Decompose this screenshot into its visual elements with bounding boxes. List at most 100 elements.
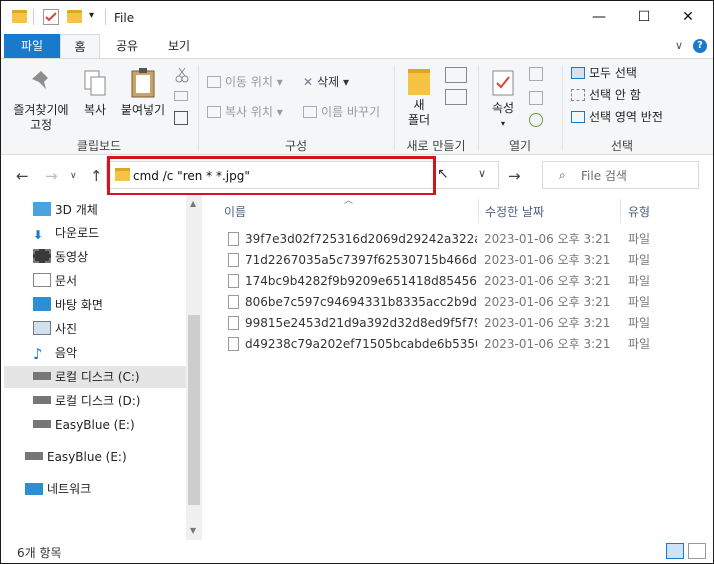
column-header-type[interactable]: 유형 bbox=[628, 201, 650, 223]
history-icon[interactable] bbox=[529, 113, 543, 127]
table-row[interactable]: 174bc9b4282f9b9209e651418d85456... 2023-… bbox=[202, 271, 713, 292]
up-arrow-icon[interactable]: ↑ bbox=[90, 167, 103, 185]
desktop-icon bbox=[33, 297, 51, 311]
table-row[interactable]: 39f7e3d02f725316d2069d29242a322a... 2023… bbox=[202, 229, 713, 250]
search-input[interactable] bbox=[581, 167, 691, 185]
tab-view[interactable]: 보기 bbox=[157, 34, 201, 58]
delete-icon: ✕ bbox=[303, 75, 314, 89]
column-header-name[interactable]: 이름 bbox=[224, 201, 246, 223]
table-row[interactable]: 99815e2453d21d9a392d32d8ed9f5f79... 2023… bbox=[202, 313, 713, 334]
nav-item-pictures[interactable]: 사진 bbox=[33, 318, 185, 340]
invert-selection-icon bbox=[571, 111, 585, 123]
new-folder-button[interactable]: 새 폴더 bbox=[399, 69, 439, 128]
copy-icon bbox=[84, 70, 106, 96]
recent-locations-icon[interactable]: ∨ bbox=[70, 171, 77, 181]
drive-icon bbox=[33, 420, 51, 428]
select-all-button[interactable]: 모두 선택 bbox=[571, 64, 637, 82]
close-button[interactable]: ✕ bbox=[665, 1, 711, 34]
edit-icon[interactable] bbox=[529, 91, 543, 105]
file-icon bbox=[228, 295, 239, 309]
scrollbar-thumb[interactable] bbox=[188, 315, 200, 505]
drive-icon bbox=[25, 452, 43, 460]
large-icons-view-icon[interactable] bbox=[688, 543, 706, 559]
nav-item-downloads[interactable]: ⬇ 다운로드 bbox=[33, 222, 185, 244]
easy-access-icon[interactable] bbox=[445, 89, 467, 105]
tab-file[interactable]: 파일 bbox=[4, 34, 60, 58]
file-list: ︿ 이름 수정한 날짜 유형 39f7e3d02f725316d2069d292… bbox=[202, 195, 713, 540]
customize-quick-access-icon[interactable]: ▾ bbox=[89, 10, 94, 21]
search-box: ⌕ bbox=[542, 161, 699, 189]
new-folder-label: 새 폴더 bbox=[407, 98, 431, 127]
open-icon[interactable] bbox=[529, 67, 543, 81]
delete-button[interactable]: ✕ 삭제 ▾ bbox=[303, 73, 349, 91]
forward-arrow-icon[interactable]: → bbox=[45, 167, 58, 185]
nav-item-music[interactable]: ♪ 음악 bbox=[33, 342, 185, 364]
new-item-icon[interactable] bbox=[445, 67, 467, 83]
scroll-down-icon[interactable]: ▼ bbox=[190, 526, 196, 535]
group-label-open: 열기 bbox=[508, 139, 532, 153]
nav-item-easyblue-e[interactable]: EasyBlue (E:) bbox=[33, 414, 185, 436]
copy-button[interactable]: 복사 bbox=[77, 69, 113, 118]
move-to-label: 이동 위치 bbox=[225, 75, 273, 89]
properties-button[interactable]: 속성 ▾ bbox=[483, 69, 523, 131]
nav-item-network[interactable]: 네트워크 bbox=[25, 478, 177, 500]
column-header-date[interactable]: 수정한 날짜 bbox=[485, 201, 544, 223]
status-bar: 6개 항목 bbox=[1, 540, 713, 563]
rename-button[interactable]: 이름 바꾸기 bbox=[303, 103, 380, 121]
ribbon-expand-icon[interactable]: ∨ bbox=[675, 39, 683, 52]
video-icon bbox=[33, 249, 51, 263]
document-icon bbox=[33, 273, 51, 287]
nav-item-documents[interactable]: 문서 bbox=[33, 270, 185, 292]
file-name: 174bc9b4282f9b9209e651418d85456... bbox=[245, 274, 477, 288]
move-to-button[interactable]: 이동 위치 ▾ bbox=[207, 73, 283, 91]
file-date: 2023-01-06 오후 3:21 bbox=[484, 316, 611, 330]
go-arrow-icon[interactable]: → bbox=[508, 167, 521, 185]
drive-icon bbox=[33, 372, 51, 380]
nav-item-label: 다운로드 bbox=[55, 226, 100, 240]
select-none-button[interactable]: 선택 안 함 bbox=[571, 86, 641, 104]
table-row[interactable]: 71d2267035a5c7397f62530715b466d... 2023-… bbox=[202, 250, 713, 271]
pin-to-quick-access-button[interactable]: 즐겨찾기에 고정 bbox=[5, 69, 77, 133]
item-count: 6개 항목 bbox=[17, 546, 62, 560]
nav-item-local-disk-d[interactable]: 로컬 디스크 (D:) bbox=[33, 390, 185, 412]
nav-item-3d-objects[interactable]: 3D 개체 bbox=[33, 199, 185, 221]
music-icon: ♪ bbox=[33, 345, 43, 363]
table-row[interactable]: 806be7c597c94694331b8335acc2b9de... 2023… bbox=[202, 292, 713, 313]
file-name: 39f7e3d02f725316d2069d29242a322a... bbox=[245, 232, 477, 246]
nav-item-local-disk-c[interactable]: 로컬 디스크 (C:) bbox=[4, 366, 186, 388]
invert-selection-button[interactable]: 선택 영역 반전 bbox=[571, 108, 663, 126]
file-name: 806be7c597c94694331b8335acc2b9de... bbox=[245, 295, 477, 309]
maximize-button[interactable]: ☐ bbox=[621, 1, 667, 34]
properties-quick-icon[interactable] bbox=[43, 9, 59, 25]
copy-to-button[interactable]: 복사 위치 ▾ bbox=[207, 103, 283, 121]
nav-item-label: EasyBlue (E:) bbox=[47, 450, 127, 464]
nav-item-label: 음악 bbox=[55, 346, 78, 360]
ribbon-tabs: 파일 홈 공유 보기 ∨ ? bbox=[1, 34, 713, 59]
nav-item-desktop[interactable]: 바탕 화면 bbox=[33, 294, 185, 316]
divider bbox=[33, 9, 34, 25]
ribbon: 즐겨찾기에 고정 복사 붙여넣기 클립보드 이동 위치 ▾ 복사 위치 ▾ ✕ 삭… bbox=[1, 58, 713, 155]
rename-label: 이름 바꾸기 bbox=[321, 105, 381, 119]
paste-shortcut-icon[interactable] bbox=[174, 111, 188, 125]
new-folder-quick-icon[interactable] bbox=[67, 10, 82, 23]
back-arrow-icon[interactable]: ← bbox=[16, 167, 29, 185]
address-dropdown-icon[interactable]: ∨ bbox=[478, 167, 486, 180]
file-name: d49238c79a202ef71505bcabde6b5350... bbox=[245, 337, 477, 351]
scroll-up-icon[interactable]: ▲ bbox=[190, 199, 196, 208]
tab-share[interactable]: 공유 bbox=[105, 34, 149, 58]
nav-item-videos[interactable]: 동영상 bbox=[33, 246, 185, 268]
divider bbox=[620, 199, 621, 223]
file-name: 71d2267035a5c7397f62530715b466d... bbox=[245, 253, 477, 267]
paste-button[interactable]: 붙여넣기 bbox=[117, 67, 169, 118]
table-row[interactable]: d49238c79a202ef71505bcabde6b5350... 2023… bbox=[202, 334, 713, 355]
nav-item-easyblue-e-root[interactable]: EasyBlue (E:) bbox=[25, 446, 177, 468]
help-button[interactable]: ? bbox=[693, 39, 707, 53]
copy-path-icon[interactable] bbox=[174, 91, 188, 101]
cut-icon[interactable] bbox=[175, 67, 189, 86]
tab-home[interactable]: 홈 bbox=[60, 34, 100, 59]
nav-pane-scrollbar[interactable]: ▲ ▼ bbox=[186, 195, 202, 540]
minimize-button[interactable]: — bbox=[576, 1, 622, 34]
title-bar: ▾ File — ☐ ✕ bbox=[1, 1, 713, 34]
file-type: 파일 bbox=[628, 295, 651, 309]
details-view-icon[interactable] bbox=[666, 543, 684, 559]
